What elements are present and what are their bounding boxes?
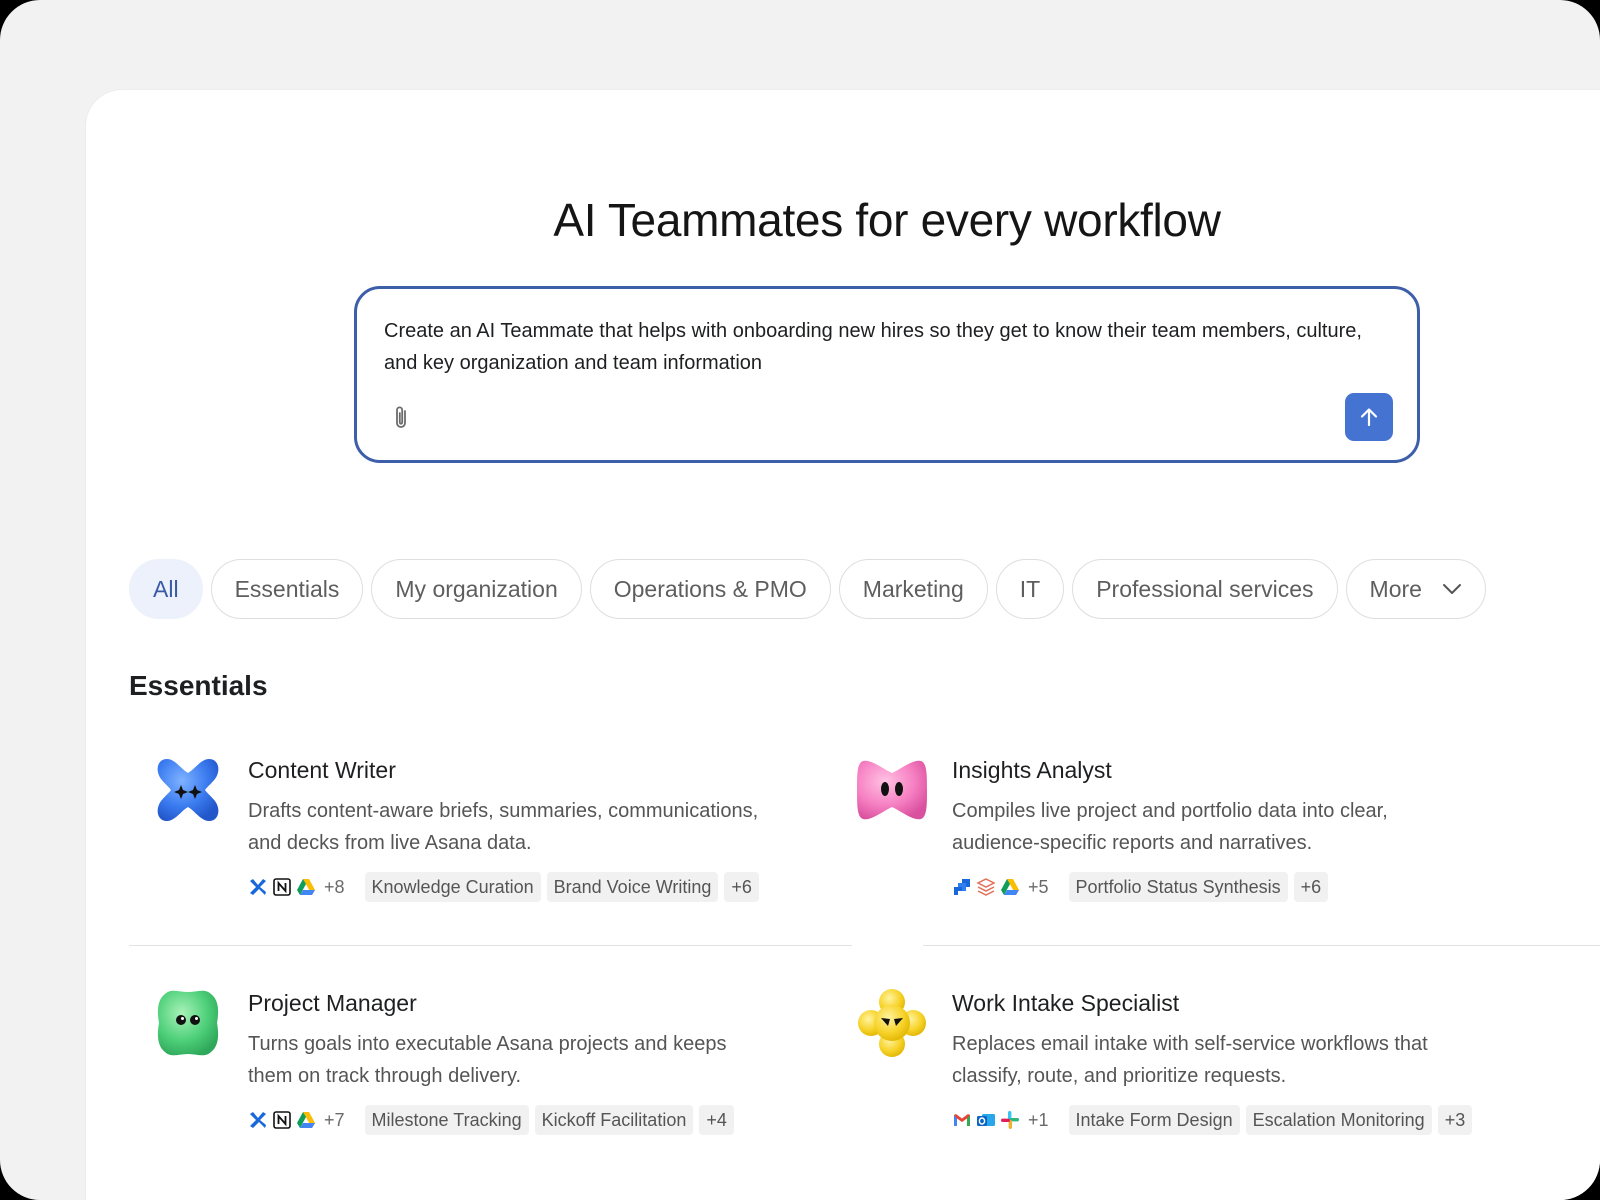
integration-count: +1 [1028, 1109, 1049, 1130]
filter-chip-operations-pmo[interactable]: Operations & PMO [589, 559, 831, 619]
teammate-meta: +8 Knowledge Curation Brand Voice Writin… [248, 872, 759, 902]
notion-icon [272, 877, 292, 897]
skill-tag: Kickoff Facilitation [534, 1105, 694, 1135]
skill-tag: Milestone Tracking [364, 1105, 529, 1135]
skill-tag: Escalation Monitoring [1245, 1105, 1432, 1135]
integration-icons [248, 1110, 316, 1130]
integration-icons [248, 877, 316, 897]
filter-label: More [1369, 575, 1422, 602]
integration-icons [952, 1110, 1020, 1130]
skill-tag-more: +6 [724, 872, 759, 902]
notion-icon [272, 1110, 292, 1130]
filter-label: Professional services [1096, 575, 1314, 602]
pink-bow-creature-icon [857, 755, 927, 825]
integration-icons [952, 877, 1020, 897]
filter-chip-it[interactable]: IT [995, 559, 1065, 619]
attach-button[interactable] [387, 401, 417, 435]
teammate-meta: +5 Portfolio Status Synthesis +6 [952, 872, 1329, 902]
integration-count: +7 [324, 1109, 345, 1130]
page-title: AI Teammates for every workflow [553, 194, 1221, 246]
filter-label: Operations & PMO [613, 575, 807, 602]
integration-count: +8 [324, 876, 345, 897]
filter-label: IT [1019, 575, 1041, 602]
confluence-icon [248, 1110, 268, 1130]
teammate-description: Turns goals into executable Asana projec… [248, 1033, 727, 1087]
arrow-up-icon [1360, 408, 1378, 427]
card-divider [129, 945, 852, 946]
teammate-card-insights-analyst[interactable]: Insights Analyst Compiles live project a… [833, 755, 1533, 945]
stack-icon [976, 877, 996, 897]
filter-chip-more[interactable]: More [1345, 559, 1486, 619]
confluence-icon [248, 877, 268, 897]
skill-tag-more: +4 [699, 1105, 734, 1135]
category-filters: All Essentials My organization Operation… [129, 559, 1486, 619]
green-blob-creature-icon [153, 988, 223, 1058]
blue-x-creature-icon [153, 755, 223, 825]
filter-label: All [153, 575, 179, 602]
google-drive-icon [296, 1110, 316, 1130]
teammate-card-work-intake-specialist[interactable]: Work Intake Specialist Replaces email in… [833, 988, 1533, 1178]
outlook-icon [976, 1110, 996, 1130]
teammate-name: Insights Analyst [952, 757, 1112, 783]
card-divider [923, 945, 1600, 946]
skill-tag: Portfolio Status Synthesis [1068, 872, 1288, 902]
teammate-card-content-writer[interactable]: Content Writer Drafts content-aware brie… [129, 755, 829, 945]
google-drive-icon [296, 877, 316, 897]
paperclip-icon [396, 406, 406, 428]
skill-tag-more: +6 [1293, 872, 1329, 902]
send-button[interactable] [1345, 393, 1393, 441]
teammate-card-project-manager[interactable]: Project Manager Turns goals into executa… [129, 988, 829, 1178]
prompt-input[interactable]: Create an AI Teammate that helps with on… [354, 286, 1420, 463]
integration-count: +5 [1028, 876, 1049, 897]
section-title: Essentials [129, 670, 268, 701]
teammate-name: Project Manager [248, 990, 417, 1016]
filter-chip-all[interactable]: All [129, 559, 203, 619]
teammate-description: Compiles live project and portfolio data… [952, 800, 1388, 854]
skill-tag: Brand Voice Writing [546, 872, 719, 902]
gmail-icon [952, 1110, 972, 1130]
skill-tag: Intake Form Design [1068, 1105, 1240, 1135]
teammate-meta: +1 Intake Form Design Escalation Monitor… [952, 1105, 1473, 1135]
skill-tag: Knowledge Curation [364, 872, 541, 902]
google-drive-icon [1000, 877, 1020, 897]
filter-label: Essentials [234, 575, 340, 602]
teammate-meta: +7 Milestone Tracking Kickoff Facilitati… [248, 1105, 734, 1135]
filter-chip-my-organization[interactable]: My organization [371, 559, 582, 619]
filter-chip-marketing[interactable]: Marketing [838, 559, 988, 619]
teammate-name: Work Intake Specialist [952, 990, 1180, 1016]
teammate-description: Drafts content-aware briefs, summaries, … [248, 800, 759, 854]
teammate-name: Content Writer [248, 757, 396, 783]
filter-label: My organization [395, 575, 558, 602]
app-frame: AI Teammates for every workflow Create a… [0, 0, 1600, 1200]
filter-label: Marketing [862, 575, 964, 602]
filter-chip-essentials[interactable]: Essentials [210, 559, 364, 619]
yellow-flower-creature-icon [857, 988, 927, 1058]
teammate-description: Replaces email intake with self-service … [952, 1033, 1428, 1087]
jira-icon [952, 877, 972, 897]
chevron-down-icon [1442, 583, 1462, 595]
prompt-text[interactable]: Create an AI Teammate that helps with on… [384, 315, 1384, 379]
skill-tag-more: +3 [1437, 1105, 1473, 1135]
slack-icon [1000, 1110, 1020, 1130]
filter-chip-professional-services[interactable]: Professional services [1072, 559, 1338, 619]
